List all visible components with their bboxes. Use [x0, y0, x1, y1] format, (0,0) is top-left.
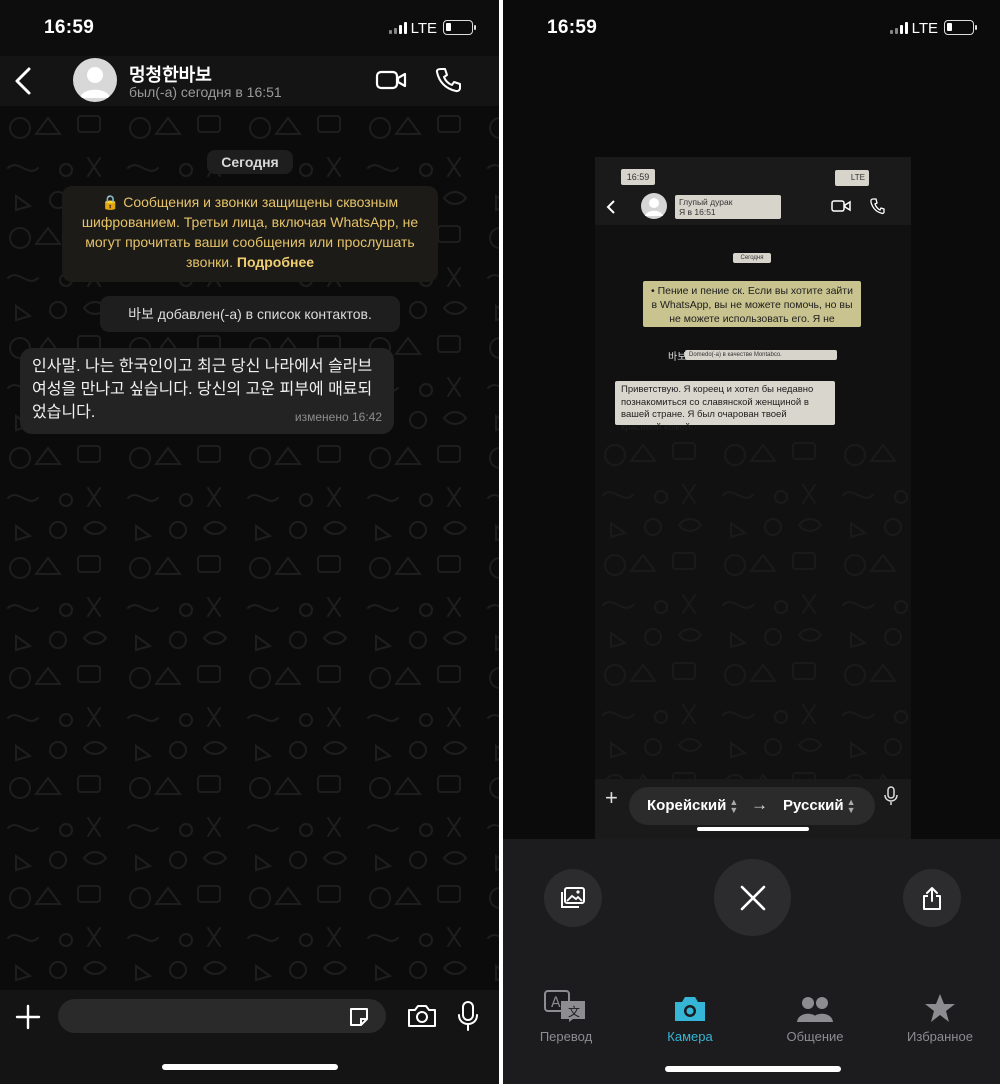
close-button[interactable] — [714, 859, 791, 936]
target-language-label: Русский — [783, 797, 844, 814]
camera-controls: A文 Перевод Камера Общение Избранное — [503, 839, 1000, 1084]
chat-header: 멍청한바보 был(-а) сегодня в 16:51 — [0, 56, 499, 106]
sticker-icon[interactable] — [347, 1005, 371, 1029]
source-language-label: Корейский — [647, 797, 727, 814]
video-call-icon[interactable] — [375, 66, 407, 94]
contact-added-chip: 바보 добавлен(-а) в список контактов. — [100, 296, 400, 332]
people-icon — [797, 997, 833, 1022]
updown-icon: ▲ ▼ — [846, 797, 856, 816]
network-label: LTE — [911, 20, 938, 37]
preview-status-text: Я в 16:51 — [679, 207, 716, 217]
message-bubble[interactable]: 인사말. 나는 한국인이고 최근 당신 나라에서 슬라브 여성을 만나고 싶습니… — [20, 348, 394, 434]
share-icon — [923, 887, 941, 910]
home-indicator — [162, 1064, 338, 1070]
preview-plus-icon: + — [605, 785, 618, 810]
date-chip: Сегодня — [207, 150, 293, 174]
swap-arrow-icon[interactable]: → — [751, 795, 768, 815]
learn-more-link[interactable]: Подробнее — [237, 254, 314, 270]
target-language[interactable]: Русский ▲ ▼ — [783, 797, 856, 816]
preview-name-overlay: Глупый дурак Я в 16:51 — [675, 195, 781, 219]
encryption-notice[interactable]: 🔒 Сообщения и звонки защищены сквозным ш… — [62, 186, 438, 282]
message-meta: изменено 16:42 — [294, 410, 382, 424]
gallery-icon — [561, 887, 585, 908]
microphone-icon[interactable] — [455, 999, 481, 1033]
updown-icon: ▲ ▼ — [729, 797, 739, 816]
preview-wallpaper — [595, 433, 911, 779]
preview-back-icon — [606, 200, 615, 214]
back-icon[interactable] — [10, 64, 38, 98]
preview-time: 16:59 — [621, 169, 655, 185]
input-bar — [0, 990, 499, 1084]
tab-translate[interactable]: A文 Перевод — [511, 987, 621, 1044]
preview-date-overlay: Сегодня — [733, 253, 771, 263]
svg-text:A: A — [551, 995, 561, 1011]
tab-favorites[interactable]: Избранное — [885, 987, 995, 1044]
status-time: 16:59 — [44, 17, 95, 38]
tab-camera-label: Камера — [667, 1029, 713, 1044]
preview-added-prefix: 바보 — [668, 352, 687, 363]
whatsapp-screen: 16:59 LTE 멍청한바보 был(-а) сегодня в 16:51 — [0, 0, 499, 1084]
star-icon — [925, 994, 955, 1022]
tab-conversation-label: Общение — [786, 1029, 844, 1044]
preview-header: 16:59 LTE Глупый дурак Я в 16:51 — [595, 157, 911, 225]
tab-translate-label: Перевод — [539, 1029, 593, 1044]
voice-call-icon[interactable] — [433, 66, 465, 94]
status-bar: 16:59 LTE — [0, 0, 499, 56]
preview-home-indicator — [697, 827, 809, 831]
message-translation-overlay: Приветствую. Я кореец и хотел бы недавно… — [615, 381, 835, 433]
network-label: LTE — [410, 20, 437, 37]
gallery-button[interactable] — [544, 869, 602, 927]
tab-conversation[interactable]: Общение — [760, 987, 870, 1044]
notice-translation-overlay: • Пение и пение ск. Если вы хотите зайти… — [643, 281, 861, 327]
language-pair-selector[interactable]: Корейский ▲ ▼ → Русский ▲ ▼ — [629, 787, 875, 825]
source-language[interactable]: Корейский ▲ ▼ — [647, 797, 739, 816]
contact-last-seen: был(-а) сегодня в 16:51 — [129, 84, 282, 100]
preview-avatar-icon — [641, 193, 667, 219]
battery-icon — [944, 20, 977, 35]
status-bar: 16:59 LTE — [503, 0, 1000, 56]
lock-icon: 🔒 — [101, 194, 120, 210]
status-time: 16:59 — [547, 17, 598, 38]
preview-phone-icon — [870, 198, 885, 215]
translator-screen: 16:59 LTE 16:59 LTE Глупый дурак Я в 16:… — [503, 0, 1000, 1084]
share-button[interactable] — [903, 869, 961, 927]
chat-area[interactable]: Сегодня 🔒 Сообщения и звонки защищены ск… — [0, 106, 499, 990]
battery-icon — [443, 20, 476, 35]
added-translation-overlay: Domedo(-a) в качестве Montabco. — [685, 350, 837, 360]
preview-name-text: Глупый дурак — [679, 197, 733, 207]
preview-network: LTE — [835, 170, 869, 186]
tab-favorites-label: Избранное — [907, 1029, 973, 1044]
message-input[interactable] — [58, 999, 386, 1033]
signal-icon — [389, 22, 407, 34]
camera-icon[interactable] — [406, 1002, 438, 1030]
preview-microphone-icon — [884, 786, 898, 805]
camera-icon — [675, 997, 705, 1021]
svg-text:文: 文 — [568, 1004, 580, 1019]
close-icon — [740, 885, 765, 910]
avatar[interactable] — [73, 58, 117, 102]
preview-video-icon — [831, 200, 851, 212]
home-indicator — [665, 1066, 841, 1072]
captured-photo-preview[interactable]: 16:59 LTE Глупый дурак Я в 16:51 Сегодня… — [595, 157, 911, 839]
default-avatar-icon — [80, 67, 110, 98]
translate-icon: A文 — [544, 990, 585, 1022]
signal-icon — [890, 22, 908, 34]
tab-camera[interactable]: Камера — [635, 987, 745, 1044]
plus-icon[interactable] — [14, 1003, 42, 1031]
language-selector-bar: + Корейский ▲ ▼ → Русский ▲ ▼ — [595, 779, 911, 839]
